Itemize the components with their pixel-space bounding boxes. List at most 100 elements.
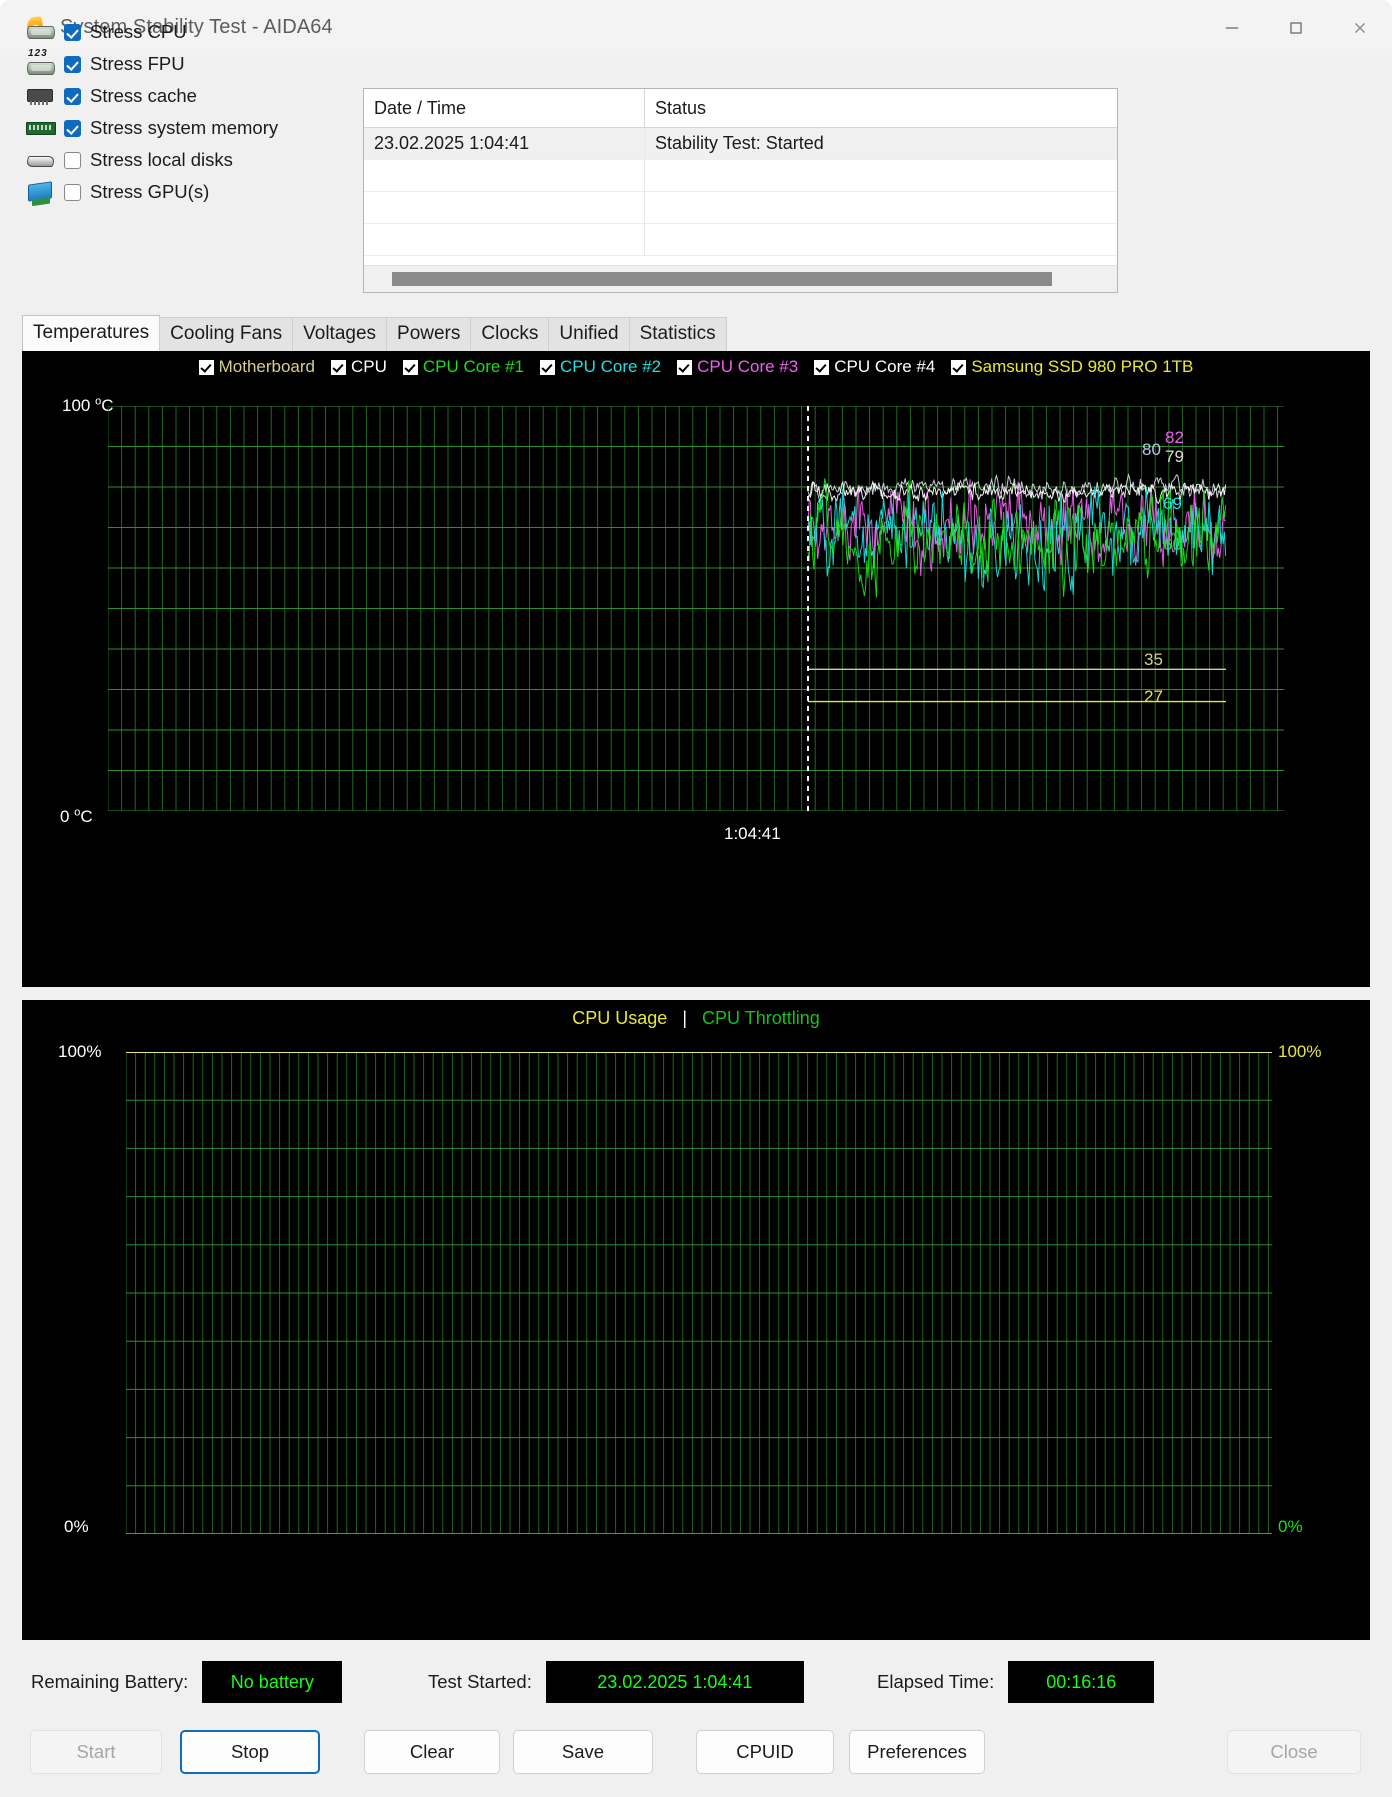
cpu-axis-bottom-right-label: 0% — [1278, 1517, 1303, 1536]
cpuid-button[interactable]: CPUID — [696, 1730, 834, 1774]
legend-label: Motherboard — [218, 357, 315, 376]
legend-checkbox[interactable] — [540, 359, 556, 375]
legend-checkbox[interactable] — [402, 359, 418, 375]
temp-value-label-5: 35 — [1144, 650, 1163, 669]
battery-label: Remaining Battery: — [31, 1671, 189, 1692]
tab-temperatures[interactable]: Temperatures — [22, 315, 161, 351]
tab-voltages[interactable]: Voltages — [292, 317, 388, 351]
cache-chip-icon — [24, 83, 58, 109]
tab-label: Cooling Fans — [170, 323, 283, 344]
stress-fpu-checkbox[interactable] — [64, 55, 81, 73]
stress-disks-checkbox[interactable] — [64, 151, 81, 169]
stress-cache-checkbox[interactable] — [64, 87, 81, 105]
temp-time-marker-label: 1:04:41 — [724, 824, 781, 844]
start-button[interactable]: Start — [30, 1730, 162, 1774]
temp-axis-bottom-text: 0 oC — [60, 806, 93, 826]
stress-gpu-checkbox[interactable] — [64, 183, 81, 201]
battery-value: No battery — [202, 1661, 343, 1703]
horizontal-scrollbar[interactable] — [364, 265, 1117, 292]
close-icon[interactable] — [1328, 0, 1392, 55]
legend-checkbox[interactable] — [198, 359, 214, 375]
stress-option-cpu[interactable]: Stress CPU — [24, 16, 334, 48]
stability-test-window: System Stability Test - AIDA64 Stress CP… — [0, 0, 1392, 1797]
stress-option-label: Stress GPU(s) — [90, 181, 210, 202]
legend-checkbox[interactable] — [331, 359, 346, 375]
cpu-axis-top-left-label: 100% — [58, 1042, 102, 1061]
temp-axis-top-text: 100 oC — [62, 395, 114, 415]
table-header: Date / Time Status — [364, 89, 1117, 128]
memory-module-icon — [24, 115, 58, 141]
tab-powers[interactable]: Powers — [386, 317, 472, 351]
save-button[interactable]: Save — [513, 1730, 653, 1774]
action-button-row: Start Stop Clear Save CPUID Preferences … — [0, 1722, 1392, 1782]
cell-datetime — [364, 160, 645, 191]
tab-unified[interactable]: Unified — [548, 317, 630, 351]
stop-button[interactable]: Stop — [180, 1730, 320, 1774]
temp-value-label-4: 60 — [1163, 535, 1182, 554]
legend-item-2[interactable]: CPU Core #1 — [402, 357, 524, 377]
legend-item-6[interactable]: Samsung SSD 980 PRO 1TB — [951, 357, 1193, 377]
table-row[interactable] — [364, 160, 1117, 192]
elapsed-time-value: 00:16:16 — [1008, 1661, 1155, 1703]
tab-statistics[interactable]: Statistics — [628, 317, 727, 351]
temp-axis-bottom-label: 0 oC — [60, 806, 93, 827]
temp-value-label-3: 69 — [1163, 494, 1182, 513]
legend-checkbox[interactable] — [677, 359, 693, 375]
stress-option-label: Stress FPU — [90, 53, 185, 74]
temperature-graph-panel[interactable]: Motherboard CPU CPU Core #1 CPU Core #2 CPU … — [22, 351, 1370, 987]
legend-checkbox[interactable] — [951, 359, 967, 375]
stress-option-disks[interactable]: Stress local disks — [24, 144, 334, 176]
cell-datetime: 23.02.2025 1:04:41 — [364, 128, 645, 159]
legend-item-5[interactable]: CPU Core #4 — [814, 357, 935, 377]
temp-time-marker-text: 1:04:41 — [724, 824, 781, 843]
cpu-usage-graph-panel[interactable]: CPU Usage | CPU Throttling 100% 0% 100% … — [22, 1000, 1370, 1640]
legend-item-1[interactable]: CPU — [331, 357, 387, 377]
title-separator: | — [682, 1008, 687, 1028]
cell-datetime — [364, 224, 645, 255]
legend-item-0[interactable]: Motherboard — [198, 357, 315, 377]
tab-label: Voltages — [303, 323, 377, 344]
stress-memory-checkbox[interactable] — [64, 119, 81, 137]
test-started-field: Test Started: 23.02.2025 1:04:41 — [428, 1661, 804, 1703]
stress-cpu-checkbox[interactable] — [64, 23, 81, 41]
minimize-icon[interactable] — [1200, 0, 1264, 55]
tab-cooling-fans[interactable]: Cooling Fans — [159, 317, 294, 351]
legend-item-3[interactable]: CPU Core #2 — [540, 357, 661, 377]
cpu-graph-title: CPU Usage | CPU Throttling — [22, 1008, 1370, 1029]
table-row[interactable] — [364, 192, 1117, 224]
elapsed-time-field: Elapsed Time: 00:16:16 — [877, 1661, 1155, 1703]
stress-option-label: Stress local disks — [90, 149, 233, 170]
cpu-axis-top-right-label: 100% — [1278, 1042, 1322, 1061]
preferences-button[interactable]: Preferences — [849, 1730, 985, 1774]
legend-item-4[interactable]: CPU Core #3 — [677, 357, 798, 377]
table-row[interactable]: 23.02.2025 1:04:41 Stability Test: Start… — [364, 128, 1117, 160]
cpu-usage-plot — [126, 1052, 1272, 1534]
test-started-label: Test Started: — [428, 1671, 532, 1692]
graph-tabs: Temperatures Cooling Fans Voltages Power… — [22, 315, 727, 351]
stress-option-label: Stress CPU — [90, 21, 187, 42]
scrollbar-thumb[interactable] — [392, 272, 1052, 286]
tab-clocks[interactable]: Clocks — [470, 317, 550, 351]
legend-label: CPU Core #2 — [560, 357, 662, 376]
status-log-table[interactable]: Date / Time Status 23.02.2025 1:04:41 St… — [363, 88, 1118, 293]
stress-option-gpu[interactable]: Stress GPU(s) — [24, 176, 334, 208]
legend-label: Samsung SSD 980 PRO 1TB — [971, 357, 1194, 376]
legend-checkbox[interactable] — [814, 359, 830, 375]
cell-status — [645, 192, 1117, 223]
maximize-icon[interactable] — [1264, 0, 1328, 55]
stress-option-fpu[interactable]: 123 Stress FPU — [24, 48, 334, 80]
stress-option-memory[interactable]: Stress system memory — [24, 112, 334, 144]
table-row[interactable] — [364, 224, 1117, 256]
gpu-monitor-icon — [24, 179, 58, 205]
stress-option-cache[interactable]: Stress cache — [24, 80, 334, 112]
window-controls — [1200, 0, 1392, 55]
cpu-usage-title-part: CPU Usage — [572, 1008, 668, 1028]
clear-button[interactable]: Clear — [364, 1730, 500, 1774]
close-button[interactable]: Close — [1227, 1730, 1361, 1774]
legend-label: CPU — [351, 357, 387, 376]
cell-status — [645, 160, 1117, 191]
column-header-status: Status — [655, 97, 707, 118]
tab-label: Unified — [559, 323, 619, 344]
tab-label: Temperatures — [33, 322, 150, 343]
status-strip: Remaining Battery: No battery Test Start… — [0, 1650, 1392, 1714]
